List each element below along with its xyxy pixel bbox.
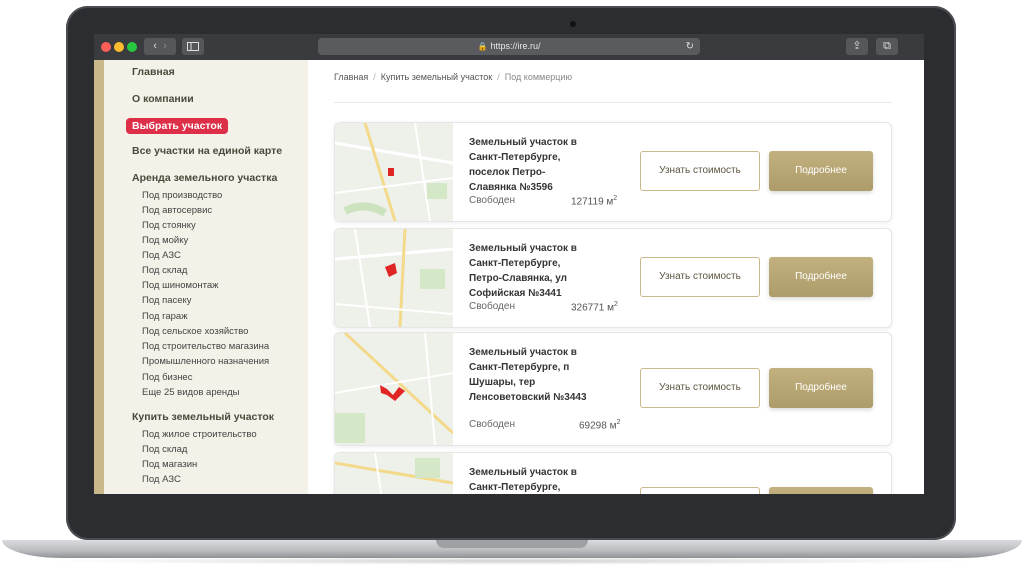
sidebar-subitem[interactable]: Под гараж bbox=[142, 311, 188, 322]
url-text: https://ire.ru/ bbox=[490, 41, 541, 51]
listing-title[interactable]: Земельный участок в Санкт-Петербурге, по… bbox=[469, 135, 587, 195]
sidebar: Главная О компании Выбрать участок Все у… bbox=[94, 60, 308, 494]
listing-card: Земельный участок в Санкт-Петербурге, Уз… bbox=[334, 452, 892, 494]
maximize-window-button[interactable] bbox=[127, 42, 137, 52]
browser-window: ‹ › 🔒 https://ire.ru/ ↻ ⇪ ⧉ Главная О ком… bbox=[94, 34, 924, 494]
sidebar-item-buy[interactable]: Купить земельный участок bbox=[132, 411, 274, 423]
breadcrumb-separator: / bbox=[373, 72, 376, 82]
sidebar-subitem[interactable]: Под сельское хозяйство bbox=[142, 326, 248, 337]
close-window-button[interactable] bbox=[101, 42, 111, 52]
chevron-left-icon[interactable]: ‹ bbox=[153, 40, 157, 52]
map-thumbnail[interactable] bbox=[335, 123, 453, 221]
share-icon[interactable]: ⇪ bbox=[846, 38, 868, 55]
listing-title[interactable]: Земельный участок в Санкт-Петербурге, bbox=[469, 465, 587, 494]
price-button[interactable]: Узнать стоимость bbox=[640, 487, 760, 494]
sidebar-subitem[interactable]: Под строительство магазина bbox=[142, 341, 269, 352]
breadcrumb-home[interactable]: Главная bbox=[334, 72, 368, 82]
sidebar-subitem[interactable]: Под стоянку bbox=[142, 220, 196, 231]
breadcrumb-buy[interactable]: Купить земельный участок bbox=[381, 72, 492, 82]
sidebar-item-rent[interactable]: Аренда земельного участка bbox=[132, 172, 277, 184]
lock-icon: 🔒 bbox=[477, 42, 488, 51]
more-button[interactable]: Подробнее bbox=[769, 151, 873, 191]
tabs-icon[interactable]: ⧉ bbox=[876, 38, 898, 55]
sidebar-subitem[interactable]: Под пасеку bbox=[142, 295, 192, 306]
divider bbox=[334, 102, 892, 103]
sidebar-subitem[interactable]: Под автосервис bbox=[142, 205, 212, 216]
sidebar-subitem[interactable]: Под склад bbox=[142, 444, 187, 455]
sidebar-item-choose[interactable]: Выбрать участок bbox=[126, 118, 229, 134]
listing-status: Свободен bbox=[469, 195, 515, 206]
laptop-shadow bbox=[40, 557, 984, 565]
listing-area: 69298 м2 bbox=[579, 419, 621, 432]
listing-title[interactable]: Земельный участок в Санкт-Петербурге, Пе… bbox=[469, 241, 587, 301]
listing-status: Свободен bbox=[469, 301, 515, 312]
reload-icon[interactable]: ↻ bbox=[686, 38, 694, 55]
map-thumbnail[interactable] bbox=[335, 453, 453, 494]
chevron-right-icon[interactable]: › bbox=[163, 40, 167, 52]
minimize-window-button[interactable] bbox=[114, 42, 124, 52]
price-button[interactable]: Узнать стоимость bbox=[640, 257, 760, 297]
price-button[interactable]: Узнать стоимость bbox=[640, 151, 760, 191]
sidebar-subitem[interactable]: Еще 25 видов аренды bbox=[142, 387, 240, 398]
listing-title[interactable]: Земельный участок в Санкт-Петербурге, п … bbox=[469, 345, 587, 405]
listing-card: Земельный участок в Санкт-Петербурге, п … bbox=[334, 332, 892, 446]
sidebar-toggle-icon[interactable] bbox=[182, 38, 204, 55]
more-button[interactable]: Подробнее bbox=[769, 368, 873, 408]
listing-status: Свободен bbox=[469, 419, 515, 430]
breadcrumb-separator: / bbox=[497, 72, 500, 82]
listing-area: 127119 м2 bbox=[571, 195, 618, 208]
breadcrumb: Главная / Купить земельный участок / Под ком… bbox=[334, 72, 572, 82]
camera-icon bbox=[570, 21, 576, 27]
browser-toolbar: ‹ › 🔒 https://ire.ru/ ↻ ⇪ ⧉ bbox=[94, 34, 924, 61]
sidebar-subitem[interactable]: Под АЗС bbox=[142, 474, 181, 485]
listing-card: Земельный участок в Санкт-Петербурге, по… bbox=[334, 122, 892, 222]
sidebar-item-all-on-map[interactable]: Все участки на единой карте bbox=[132, 145, 282, 157]
laptop-notch bbox=[436, 540, 588, 548]
sidebar-item-home[interactable]: Главная bbox=[132, 66, 175, 78]
sidebar-subitem[interactable]: Под производство bbox=[142, 190, 222, 201]
sidebar-subitem[interactable]: Промышленного назначения bbox=[142, 356, 269, 367]
main-content: Главная / Купить земельный участок / Под ком… bbox=[308, 60, 924, 494]
sidebar-subitem[interactable]: Под мойку bbox=[142, 235, 188, 246]
sidebar-subitem[interactable]: Под шиномонтаж bbox=[142, 280, 219, 291]
sidebar-subitem[interactable]: Под склад bbox=[142, 265, 187, 276]
more-button[interactable]: Подробнее bbox=[769, 487, 873, 494]
sidebar-item-about[interactable]: О компании bbox=[132, 93, 194, 105]
map-thumbnail[interactable] bbox=[335, 229, 453, 327]
listing-card: Земельный участок в Санкт-Петербурге, Пе… bbox=[334, 228, 892, 328]
sidebar-subitem[interactable]: Под бизнес bbox=[142, 372, 192, 383]
listing-area: 326771 м2 bbox=[571, 301, 618, 314]
price-button[interactable]: Узнать стоимость bbox=[640, 368, 760, 408]
web-page: Главная О компании Выбрать участок Все у… bbox=[94, 60, 924, 494]
sidebar-subitem[interactable]: Под магазин bbox=[142, 459, 197, 470]
sidebar-subitem[interactable]: Под АЗС bbox=[142, 250, 181, 261]
sidebar-subitem[interactable]: Под жилое строительство bbox=[142, 429, 257, 440]
address-bar[interactable]: 🔒 https://ire.ru/ ↻ bbox=[318, 38, 700, 55]
back-forward-buttons[interactable]: ‹ › bbox=[144, 38, 176, 55]
more-button[interactable]: Подробнее bbox=[769, 257, 873, 297]
map-thumbnail[interactable] bbox=[335, 333, 453, 445]
breadcrumb-current: Под коммерцию bbox=[504, 72, 573, 82]
